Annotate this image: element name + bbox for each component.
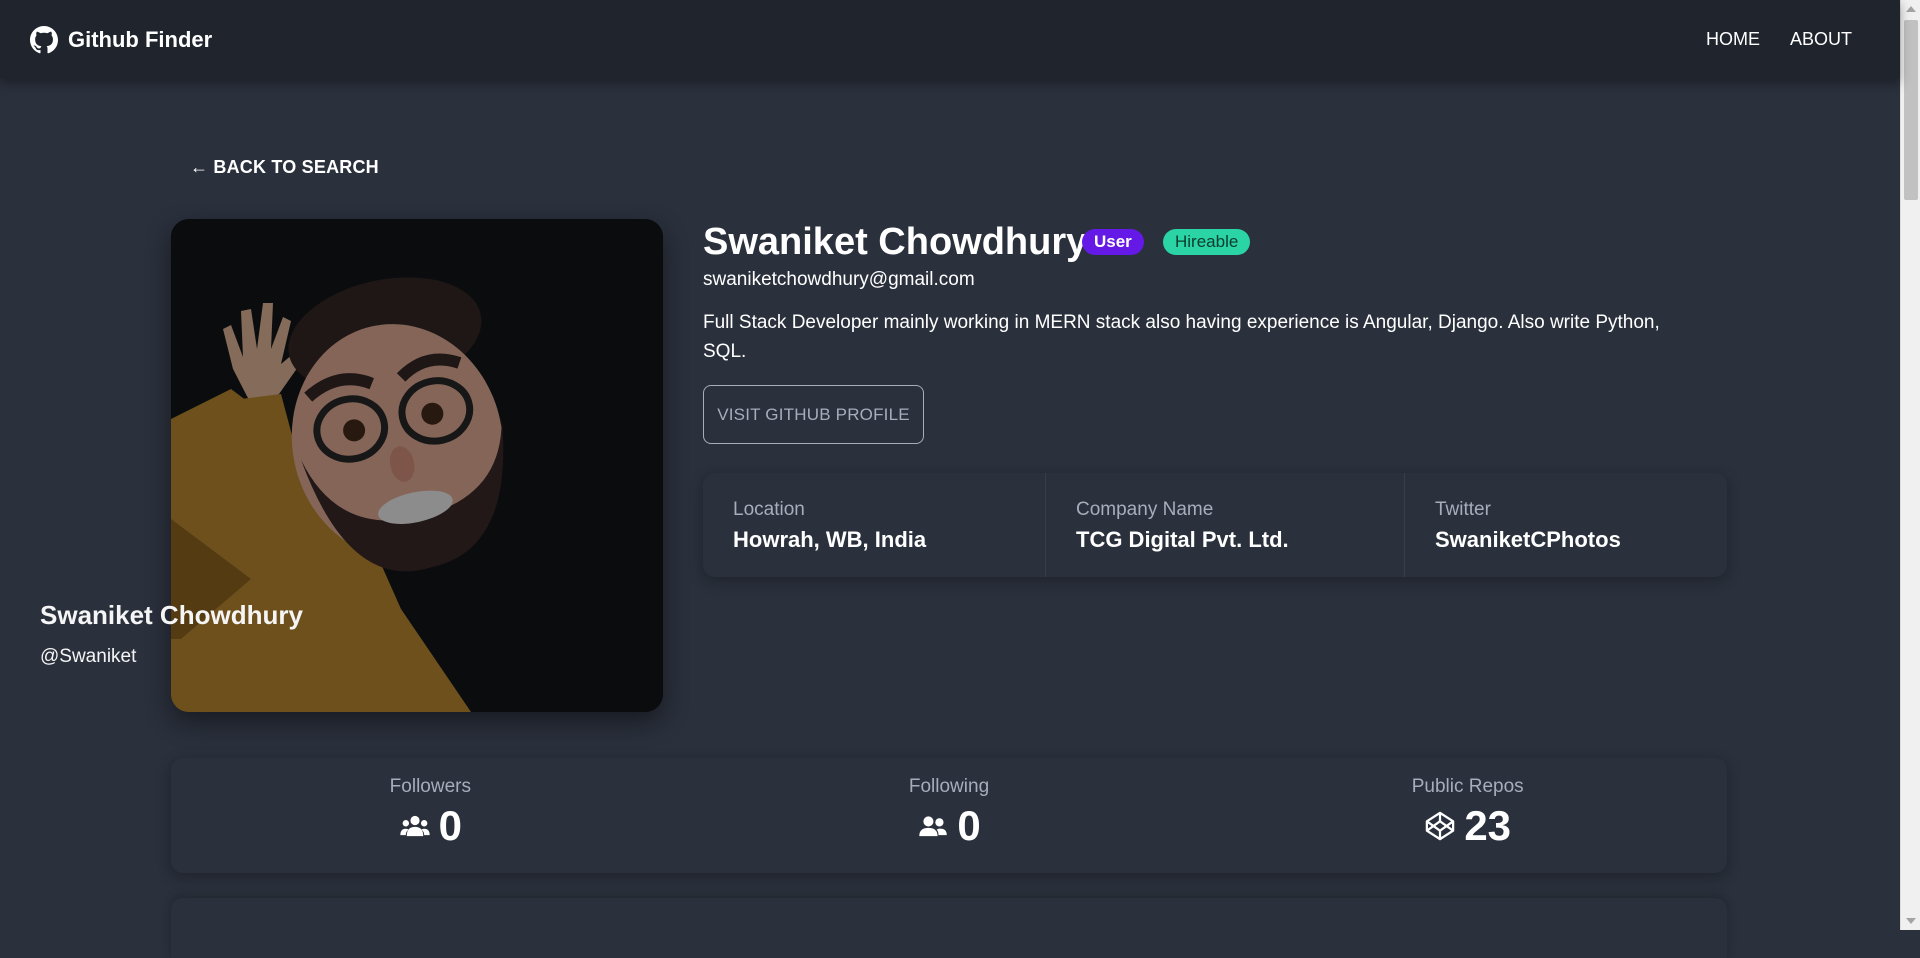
brand[interactable]: Github Finder — [30, 25, 213, 54]
info-twitter-value[interactable]: SwaniketCPhotos — [1435, 527, 1697, 553]
nav-links: HOME ABOUT — [1706, 29, 1852, 50]
nav-link-about[interactable]: ABOUT — [1790, 29, 1852, 50]
codepen-icon — [1424, 811, 1456, 841]
count-public-repos-title: Public Repos — [1411, 776, 1524, 797]
hireable-badge: Hireable — [1163, 229, 1251, 255]
count-following-value: 0 — [957, 802, 981, 849]
info-company: Company Name TCG Digital Pvt. Ltd. — [1046, 473, 1405, 577]
avatar-card — [171, 219, 663, 712]
profile-info-stats: Location Howrah, WB, India Company Name … — [703, 473, 1727, 577]
users-icon — [399, 811, 431, 841]
count-followers-value: 0 — [438, 802, 463, 849]
github-counts: Followers 0 Following 0 Public Repos 23 — [171, 758, 1727, 873]
info-twitter: Twitter SwaniketCPhotos — [1405, 473, 1727, 577]
back-to-search-link[interactable]: ← BACK TO SEARCH — [190, 157, 379, 178]
count-following: Following 0 — [690, 758, 1209, 873]
scroll-down-arrow-icon[interactable] — [1906, 918, 1916, 924]
scroll-thumb[interactable] — [1904, 20, 1918, 200]
info-location: Location Howrah, WB, India — [703, 473, 1046, 577]
count-followers-title: Followers — [389, 776, 471, 797]
scroll-up-arrow-icon[interactable] — [1906, 6, 1916, 12]
info-company-value: TCG Digital Pvt. Ltd. — [1076, 527, 1289, 552]
visit-github-profile-button[interactable]: VISIT GITHUB PROFILE — [703, 385, 924, 444]
user-friends-icon — [917, 811, 949, 841]
info-location-value: Howrah, WB, India — [733, 527, 927, 552]
profile-bio: Full Stack Developer mainly working in M… — [703, 312, 1660, 362]
user-type-badge: User — [1082, 229, 1144, 255]
brand-title: Github Finder — [68, 26, 213, 52]
info-location-title: Location — [733, 499, 805, 520]
avatar-overlay — [171, 219, 663, 712]
info-twitter-title: Twitter — [1435, 499, 1491, 520]
count-following-title: Following — [908, 776, 990, 797]
github-icon — [30, 25, 58, 54]
repos-panel — [171, 898, 1727, 958]
profile-name: Swaniket Chowdhury — [703, 221, 1088, 263]
profile-email: swaniketchowdhury@gmail.com — [703, 269, 975, 290]
count-public-repos-value: 23 — [1464, 802, 1512, 849]
info-company-title: Company Name — [1076, 499, 1214, 520]
count-followers: Followers 0 — [171, 758, 690, 873]
vertical-scrollbar[interactable] — [1900, 0, 1920, 930]
avatar-card-login: @Swaniket — [40, 646, 137, 667]
count-public-repos: Public Repos 23 — [1208, 758, 1727, 873]
nav-link-home[interactable]: HOME — [1706, 29, 1760, 50]
navbar: Github Finder HOME ABOUT — [0, 0, 1900, 79]
avatar-card-name: Swaniket Chowdhury — [40, 600, 303, 630]
